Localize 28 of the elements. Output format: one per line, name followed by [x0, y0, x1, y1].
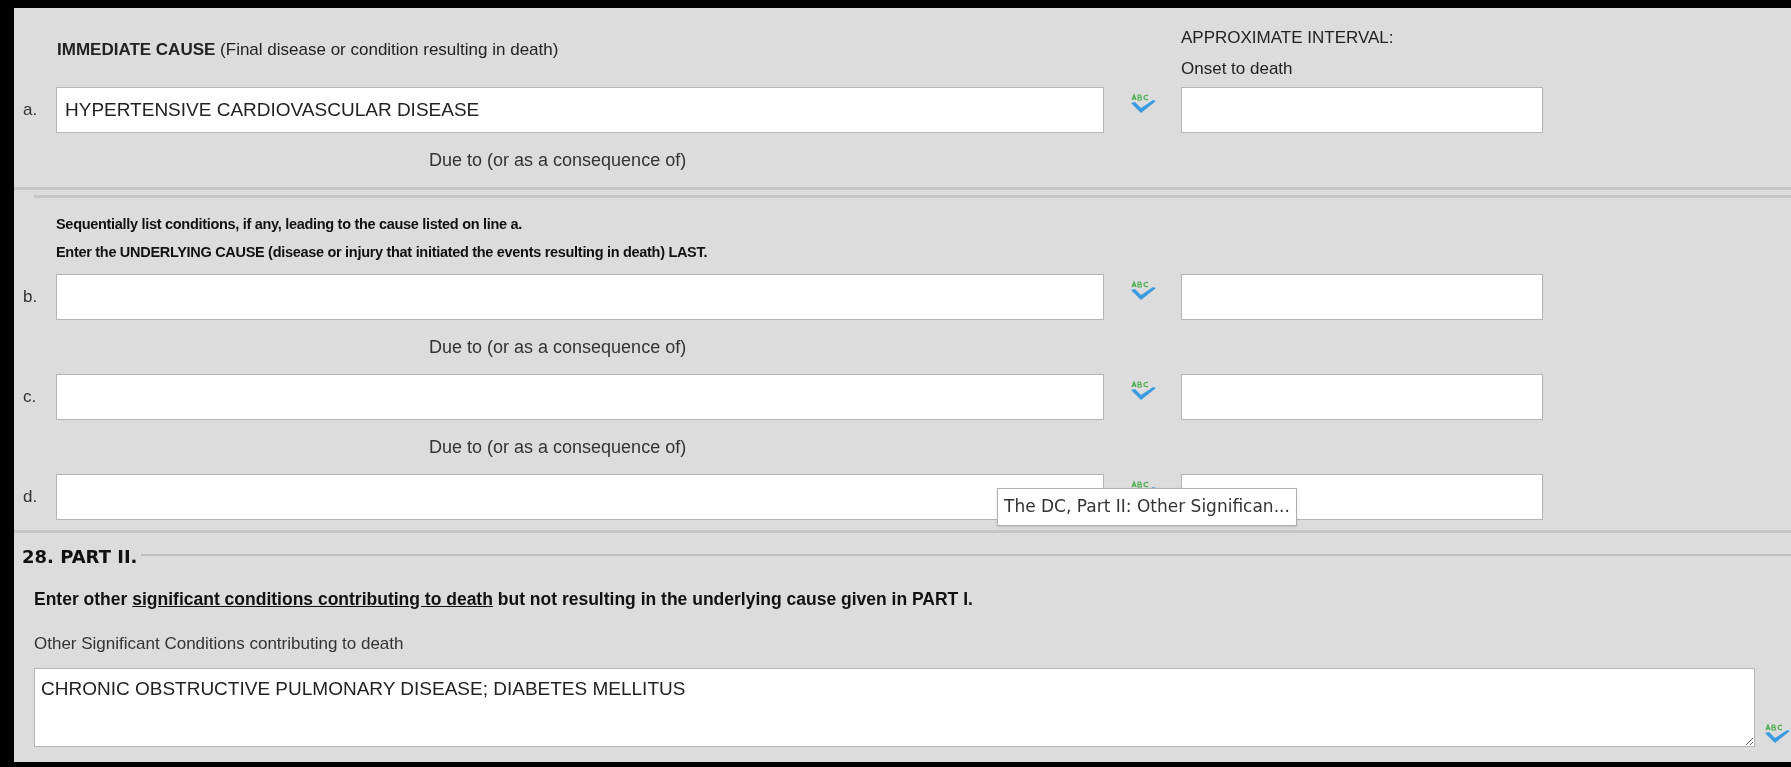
due-to-text: Due to (or as a consequence of): [429, 435, 687, 459]
interval-heading: APPROXIMATE INTERVAL:: [1181, 27, 1394, 49]
cause-field[interactable]: [56, 274, 1104, 320]
line-letter: c.: [22, 386, 38, 409]
line-letter: d.: [22, 486, 39, 509]
interval-field[interactable]: [1181, 374, 1543, 420]
section-legend: 28. PART II.: [22, 543, 142, 570]
cause-field[interactable]: HYPERTENSIVE CARDIOVASCULAR DISEASE: [56, 87, 1104, 133]
instruction-text: Enter the UNDERLYING CAUSE (disease or injury that initiated the events resulting in death) LAST.: [56, 243, 708, 262]
line-letter: b.: [22, 286, 39, 309]
line-letter: a.: [22, 99, 39, 122]
cause-field[interactable]: [56, 374, 1104, 420]
section-heading: IMMEDIATE CAUSE (Final disease or condition resulting in death): [56, 39, 560, 61]
spell-check-icon[interactable]: [1128, 93, 1157, 115]
interval-field[interactable]: [1181, 87, 1543, 133]
link[interactable]: significant conditions contributing to death: [132, 589, 493, 609]
instruction-text: Enter other significant conditions contributing to death but not resulting in the underlying cause given in PART I.: [33, 588, 974, 611]
tooltip: The DC, Part II: Other Significan...: [997, 488, 1297, 526]
due-to-text: Due to (or as a consequence of): [429, 148, 687, 172]
field-label: Other Significant Conditions contributing to death: [33, 633, 405, 656]
conditions-text-area[interactable]: CHRONIC OBSTRUCTIVE PULMONARY DISEASE; DIABETES MELLITUS: [34, 667, 1755, 747]
instruction-text: Sequentially list conditions, if any, leading to the cause listed on line a.: [56, 215, 522, 234]
due-to-text: Due to (or as a consequence of): [429, 335, 687, 359]
interval-field[interactable]: [1181, 274, 1543, 320]
spell-check-icon[interactable]: [1128, 380, 1157, 402]
spell-check-icon[interactable]: [1763, 722, 1791, 745]
interval-subheading: Onset to death: [1181, 58, 1293, 80]
spell-check-icon[interactable]: [1128, 280, 1157, 302]
